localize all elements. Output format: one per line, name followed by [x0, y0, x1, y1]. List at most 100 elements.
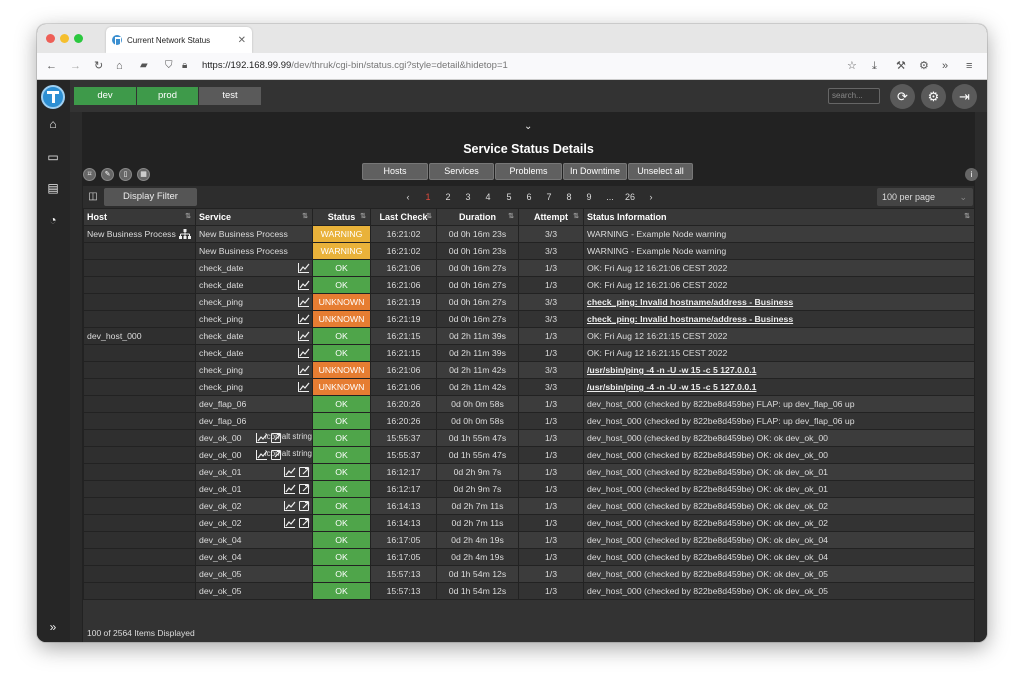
table-row[interactable]: dev_ok_02 OK 16:14:13 0d 2h 7m 11s 1/3 dev_ho…	[83, 514, 975, 532]
host-cell[interactable]	[83, 344, 196, 362]
table-tool-icon[interactable]: ▦	[137, 168, 150, 181]
lock-icon[interactable]: 🔒︎	[182, 59, 187, 73]
table-row[interactable]: dev_host_000 check_date OK 16:21:15 0d 2h 11…	[83, 327, 975, 345]
forward-icon[interactable]: →	[70, 59, 81, 73]
settings-gear-icon[interactable]: ⚙	[919, 59, 929, 73]
host-cell[interactable]	[83, 429, 196, 447]
url-field[interactable]: https://192.168.99.99/dev/thruk/cgi-bin/…	[202, 60, 508, 71]
host-cell[interactable]	[83, 514, 196, 532]
performance-graph-icon[interactable]	[298, 280, 310, 290]
column-header-duration[interactable]: Duration ⇅	[436, 208, 519, 226]
filter-button-problems[interactable]: Problems	[495, 163, 562, 180]
host-cell[interactable]	[83, 412, 196, 430]
extension-icon[interactable]: ▰	[140, 59, 148, 73]
table-row[interactable]: check_date OK 16:21:06 0d 0h 16m 27s 1/3 OK: …	[83, 276, 975, 294]
table-row[interactable]: dev_flap_06 OK 16:20:26 0d 0h 0m 58s 1/3 dev_…	[83, 412, 975, 430]
home-icon[interactable]: ⌂	[116, 59, 123, 73]
service-name-link[interactable]: check_ping	[199, 382, 243, 392]
service-cell[interactable]: check_date	[195, 327, 313, 345]
external-link-icon[interactable]	[299, 518, 310, 528]
external-link-icon[interactable]	[271, 450, 282, 460]
column-header-last-check[interactable]: Last Check ⇅	[370, 208, 437, 226]
service-cell[interactable]: check_ping	[195, 293, 313, 311]
table-row[interactable]: dev_flap_06 OK 16:20:26 0d 0h 0m 58s 1/3 dev_…	[83, 395, 975, 413]
service-cell[interactable]: dev_ok_04	[195, 548, 313, 566]
host-cell[interactable]	[83, 242, 196, 260]
performance-graph-icon[interactable]	[298, 314, 310, 324]
host-cell[interactable]	[83, 463, 196, 481]
page-5[interactable]: 5	[502, 190, 516, 204]
service-cell[interactable]: check_ping	[195, 378, 313, 396]
page-1[interactable]: 1	[421, 190, 435, 204]
service-name-link[interactable]: dev_ok_04	[199, 552, 242, 562]
sort-icon[interactable]: ⇅	[185, 212, 191, 220]
host-cell[interactable]	[83, 361, 196, 379]
table-row[interactable]: check_ping UNKNOWN 16:21:06 0d 2h 11m 42s 3/…	[83, 361, 975, 379]
shield-icon[interactable]: ⛉	[165, 59, 173, 73]
page-26[interactable]: 26	[623, 190, 637, 204]
service-cell[interactable]: check_date	[195, 259, 313, 277]
service-name-link[interactable]: dev_ok_01	[199, 484, 242, 494]
service-cell[interactable]: dev_flap_06	[195, 395, 313, 413]
service-name-link[interactable]: dev_flap_06	[199, 399, 246, 409]
performance-graph-icon[interactable]	[298, 382, 310, 392]
table-row[interactable]: dev_ok_04 OK 16:17:05 0d 2h 4m 19s 1/3 dev_ho…	[83, 531, 975, 549]
monitor-icon[interactable]: ▭	[46, 150, 60, 164]
backend-tab-dev[interactable]: dev	[74, 87, 136, 105]
service-name-link[interactable]: New Business Process	[199, 246, 288, 256]
filter-button-unselect-all[interactable]: Unselect all	[628, 163, 693, 180]
host-cell[interactable]	[83, 259, 196, 277]
back-icon[interactable]: ←	[46, 59, 57, 73]
column-header-host[interactable]: Host ⇅	[83, 208, 196, 226]
performance-graph-icon[interactable]	[284, 467, 296, 477]
sort-icon[interactable]: ⇅	[360, 212, 366, 220]
external-link-icon[interactable]	[299, 467, 310, 477]
sort-icon[interactable]: ⇅	[302, 212, 308, 220]
column-header-attempt[interactable]: Attempt ⇅	[518, 208, 584, 226]
close-tab-icon[interactable]: ✕	[238, 35, 246, 46]
performance-graph-icon[interactable]	[298, 297, 310, 307]
book-icon[interactable]: ▤	[46, 181, 60, 195]
business-process-tree-icon[interactable]	[179, 229, 191, 239]
service-name-link[interactable]: check_date	[199, 280, 243, 290]
table-row[interactable]: check_date OK 16:21:15 0d 2h 11m 39s 1/3 OK: …	[83, 344, 975, 362]
bookmark-tool-icon[interactable]: ⌑	[83, 168, 96, 181]
service-cell[interactable]: New Business Process	[195, 225, 313, 243]
service-cell[interactable]: dev_ok_05	[195, 565, 313, 583]
service-cell[interactable]: dev_ok_01	[195, 480, 313, 498]
service-cell[interactable]: New Business Process	[195, 242, 313, 260]
table-row[interactable]: New Business Process New Business Process…	[83, 225, 975, 243]
table-row[interactable]: dev_ok_00 icon alt string OK 15:55:37 0d 1h …	[83, 446, 975, 464]
dashboard-gauge-icon[interactable]: ◔	[46, 213, 60, 227]
next-page-icon[interactable]: ›	[644, 190, 658, 204]
performance-graph-icon[interactable]	[298, 365, 310, 375]
host-cell[interactable]	[83, 531, 196, 549]
column-header-status-information[interactable]: Status Information ⇅	[583, 208, 975, 226]
host-cell[interactable]: New Business Process	[83, 225, 196, 243]
performance-graph-icon[interactable]	[298, 263, 310, 273]
service-cell[interactable]: check_ping	[195, 310, 313, 328]
refresh-button[interactable]: ⟳	[890, 84, 915, 109]
logout-button[interactable]: ⇥	[952, 84, 977, 109]
menu-icon[interactable]: ≡	[966, 59, 972, 73]
edit-tool-icon[interactable]: ✎	[101, 168, 114, 181]
external-link-icon[interactable]	[271, 433, 282, 443]
table-row[interactable]: check_date OK 16:21:06 0d 0h 16m 27s 1/3 OK: …	[83, 259, 975, 277]
host-cell[interactable]: dev_host_000	[83, 327, 196, 345]
table-row[interactable]: dev_ok_01 OK 16:12:17 0d 2h 9m 7s 1/3 dev_hos…	[83, 480, 975, 498]
column-header-status[interactable]: Status ⇅	[312, 208, 371, 226]
service-cell[interactable]: dev_flap_06	[195, 412, 313, 430]
service-cell[interactable]: dev_ok_02	[195, 497, 313, 515]
expand-sidebar-icon[interactable]: »	[46, 620, 60, 634]
table-row[interactable]: dev_ok_01 OK 16:12:17 0d 2h 9m 7s 1/3 dev_hos…	[83, 463, 975, 481]
service-name-link[interactable]: check_date	[199, 331, 243, 341]
host-name-link[interactable]: dev_host_000	[87, 331, 142, 341]
external-link-icon[interactable]	[299, 484, 310, 494]
filter-button-services[interactable]: Services	[429, 163, 494, 180]
table-row[interactable]: check_ping UNKNOWN 16:21:06 0d 2h 11m 42s 3/…	[83, 378, 975, 396]
page-9[interactable]: 9	[582, 190, 596, 204]
performance-graph-icon[interactable]	[284, 518, 296, 528]
sort-icon[interactable]: ⇅	[573, 212, 579, 220]
browser-tab[interactable]: Current Network Status ✕	[106, 27, 252, 53]
service-name-link[interactable]: dev_ok_05	[199, 586, 242, 596]
